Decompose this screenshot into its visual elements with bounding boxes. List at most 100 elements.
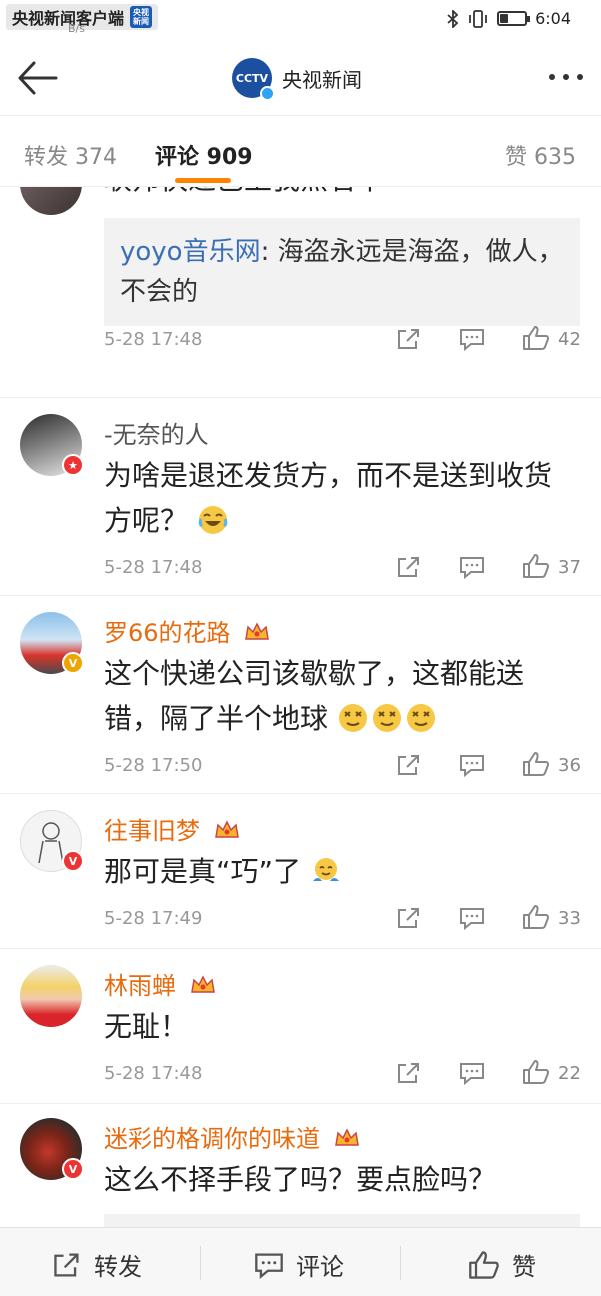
comment-text: 为啥是退还发货方，而不是送到收货方呢？	[104, 453, 574, 543]
reply-icon[interactable]	[459, 555, 485, 579]
top-nav-bar: CCTV 央视新闻	[0, 40, 601, 116]
repost-icon[interactable]	[396, 753, 422, 777]
dot	[549, 74, 555, 80]
avatar[interactable]	[20, 187, 82, 215]
comment-item: V 迷彩的格调你的味道 这么不择手段了吗？要点脸吗？	[0, 1104, 601, 1227]
page-title: 央视新闻	[282, 67, 362, 92]
username-text[interactable]: 罗66的花路	[104, 619, 231, 647]
bottom-action-bar: 转发 评论 赞	[0, 1227, 601, 1296]
active-tab-indicator	[175, 178, 231, 183]
quoted-reply[interactable]	[104, 1214, 580, 1227]
comment-item: 林雨蝉 无耻！ 5-28 17:48 22	[0, 949, 601, 1104]
like-icon[interactable]	[522, 751, 550, 777]
comment-time: 5-28 17:48	[104, 1063, 203, 1084]
username[interactable]: -无奈的人	[104, 415, 209, 450]
watermark-badge: 央视 新闻	[130, 6, 153, 28]
like-icon[interactable]	[522, 325, 550, 351]
laugh-cry-emoji-icon	[198, 506, 228, 534]
comment-list: 联邦快递已上我黑名单 yoyo音乐网: 海盗永远是海盗，做人，不会的 5-28 …	[0, 187, 601, 1227]
repost-icon	[54, 1252, 79, 1277]
reply-icon[interactable]	[459, 327, 485, 351]
dizzy-emoji-icon	[338, 704, 367, 732]
divider	[400, 1246, 401, 1280]
comment-button[interactable]: 评论	[254, 1247, 344, 1282]
dot	[563, 74, 569, 80]
tab-repost[interactable]: 转发 374	[24, 139, 117, 171]
repost-label: 转发	[94, 1253, 142, 1281]
quoted-username[interactable]: yoyo音乐网	[120, 237, 261, 267]
verified-badge-icon: V	[62, 850, 84, 872]
clock: 6:04	[535, 9, 571, 28]
comment-item: V 罗66的花路 这个快递公司该歇歇了，这都能送错，隔了半个地球 5-28 17…	[0, 596, 601, 794]
back-arrow-icon[interactable]	[16, 58, 60, 98]
comment-text-body: 这个快递公司该歇歇了，这都能送错，隔了半个地球	[104, 657, 525, 735]
username[interactable]: 迷彩的格调你的味道	[104, 1119, 360, 1154]
tab-comment[interactable]: 评论 909	[155, 139, 253, 171]
repost-icon[interactable]	[396, 1061, 422, 1085]
repost-icon[interactable]	[396, 555, 422, 579]
repost-icon[interactable]	[396, 906, 422, 930]
comment-text: 这个快递公司该歇歇了，这都能送错，隔了半个地球	[104, 651, 574, 741]
comment-text: 这么不择手段了吗？要点脸吗？	[104, 1163, 497, 1196]
like-count: 33	[558, 908, 581, 929]
verified-badge-icon	[260, 86, 275, 101]
dizzy-emoji-icon	[372, 704, 401, 732]
vip-crown-icon	[334, 1128, 359, 1146]
verified-badge-icon: V	[62, 652, 84, 674]
logo-text: CCTV	[235, 71, 269, 85]
like-label: 赞	[512, 1253, 536, 1281]
comment-time: 5-28 17:48	[104, 329, 203, 350]
repost-button[interactable]: 转发	[52, 1247, 142, 1282]
username[interactable]: 往事旧梦	[104, 811, 240, 846]
honor-badge-icon: ★	[62, 454, 84, 476]
battery-icon	[497, 11, 531, 26]
comment-time: 5-28 17:50	[104, 755, 203, 776]
like-icon[interactable]	[522, 553, 550, 579]
username-text[interactable]: 往事旧梦	[104, 817, 200, 845]
bluetooth-icon	[447, 9, 459, 28]
repost-icon[interactable]	[396, 327, 422, 351]
verified-badge-icon: V	[62, 1158, 84, 1180]
comment-text: 无耻！	[104, 1010, 189, 1043]
reply-icon[interactable]	[459, 753, 485, 777]
reply-icon[interactable]	[459, 906, 485, 930]
tab-bar: 转发 374 评论 909 赞 635	[0, 117, 601, 187]
like-count: 36	[558, 755, 581, 776]
username[interactable]: 林雨蝉	[104, 966, 216, 1001]
comment-time: 5-28 17:48	[104, 557, 203, 578]
comment-text-body: 那可是真“巧”了	[104, 855, 302, 888]
vip-crown-icon	[190, 975, 215, 993]
like-count: 42	[558, 329, 581, 350]
like-icon[interactable]	[522, 904, 550, 930]
username[interactable]: 罗66的花路	[104, 613, 270, 648]
comment-text-body: 为啥是退还发货方，而不是送到收货方呢？	[104, 459, 553, 537]
quoted-reply[interactable]: yoyo音乐网: 海盗永远是海盗，做人，不会的	[104, 218, 580, 326]
more-options-icon[interactable]	[549, 74, 583, 80]
cctv-logo-avatar: CCTV	[232, 58, 275, 101]
tab-like[interactable]: 赞 635	[505, 139, 576, 171]
hug-emoji-icon	[312, 858, 339, 881]
comment-item: ★ -无奈的人 为啥是退还发货方，而不是送到收货方呢？ 5-28 17:48 3…	[0, 398, 601, 596]
comment-item: V 往事旧梦 那可是真“巧”了 5-28 17:49 33	[0, 794, 601, 949]
like-count: 22	[558, 1063, 581, 1084]
battery-level	[500, 14, 508, 23]
username-text[interactable]: 林雨蝉	[104, 972, 176, 1000]
dot	[577, 74, 583, 80]
comment-item: 联邦快递已上我黑名单 yoyo音乐网: 海盗永远是海盗，做人，不会的 5-28 …	[0, 187, 601, 398]
like-count: 37	[558, 557, 581, 578]
comment-label: 评论	[296, 1253, 344, 1281]
username-text[interactable]: 迷彩的格调你的味道	[104, 1125, 320, 1153]
vibrate-icon	[469, 9, 487, 28]
like-button[interactable]: 赞	[468, 1247, 536, 1282]
avatar[interactable]	[20, 965, 82, 1027]
like-icon[interactable]	[522, 1059, 550, 1085]
reply-icon[interactable]	[459, 1061, 485, 1085]
status-icons: 6:04	[447, 9, 571, 28]
account-title[interactable]: CCTV 央视新闻	[232, 58, 362, 101]
status-bar: 央视新闻客户端 央视 新闻 B/s 6:04	[0, 0, 601, 40]
comment-text: 联邦快递已上我黑名单	[104, 187, 574, 202]
comment-text: 那可是真“巧”了	[104, 849, 574, 894]
vip-crown-icon	[245, 622, 270, 640]
like-icon	[469, 1250, 499, 1279]
weibo-comments-page: 央视新闻客户端 央视 新闻 B/s 6:04 CCTV 央视新闻 转发 374 …	[0, 0, 601, 1296]
